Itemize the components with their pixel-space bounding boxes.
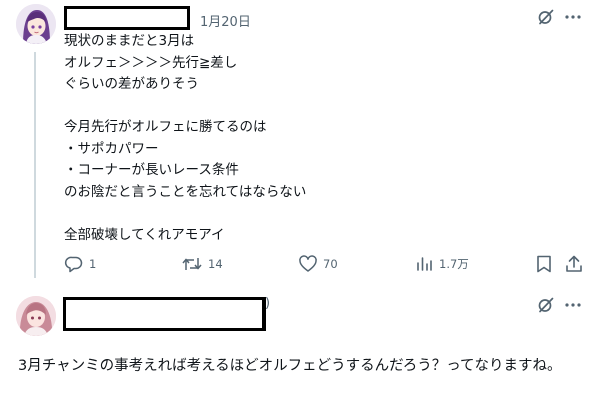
avatar-image [16,4,56,44]
view-count: 1.7万 [439,257,469,271]
bookmark-button[interactable] [535,254,553,274]
more-icon[interactable] [564,8,582,26]
bookmark-icon [537,255,551,273]
avatar[interactable] [16,4,56,44]
like-icon [299,255,317,272]
reply-avatar[interactable] [16,296,56,336]
share-button[interactable] [564,254,584,274]
reply-icon [64,256,83,273]
grok-icon[interactable] [537,296,555,314]
thread-line [34,52,36,278]
like-button[interactable]: 70 [298,254,338,274]
reply-button[interactable]: 1 [64,254,96,274]
reply-text: 3月チャンミの事考えれば考えるほどオルフェどうするんだろう？ってなりますね。 [18,358,562,374]
reply-count: 1 [89,257,97,271]
redacted-username [64,6,190,30]
grok-icon[interactable] [537,8,555,26]
views-button[interactable]: 1.7万 [414,254,469,274]
tweet-date[interactable]: 1月20日 [200,11,251,30]
stray-char: ) [265,296,271,311]
retweet-count: 14 [208,257,223,271]
tweet-text: 現状のままだと3月は オルフェ＞＞＞＞先行≧差し ぐらいの差がありそう 今月先行… [64,33,307,243]
redacted-username [63,297,266,331]
retweet-button[interactable]: 14 [181,254,223,274]
views-icon [417,257,432,271]
avatar-image [16,296,56,336]
more-icon[interactable] [564,296,582,314]
share-icon [566,255,582,272]
retweet-icon [182,258,202,270]
like-count: 70 [323,257,338,271]
